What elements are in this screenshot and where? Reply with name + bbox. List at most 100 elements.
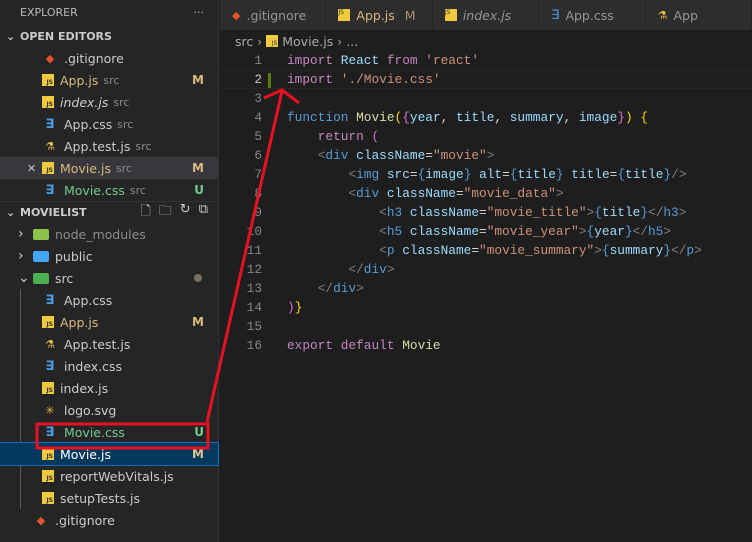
code-token: title [625, 167, 664, 182]
file-name: App.test.js [64, 138, 131, 154]
file-name: Movie.css [64, 182, 125, 198]
code-line[interactable]: 13 </div> [220, 279, 752, 298]
open-editor-item[interactable]: ✕ JS Movie.js src M [0, 157, 218, 179]
code-token: } [624, 224, 633, 239]
code-token: = [479, 205, 487, 220]
open-editors-header[interactable]: ⌄ OPEN EDITORS [0, 25, 218, 47]
code-token: { [402, 110, 410, 125]
file-name: index.js [60, 380, 109, 396]
file-name: App.css [64, 292, 113, 308]
close-icon[interactable]: ✕ [27, 162, 36, 175]
git-added-gutter [268, 73, 271, 88]
code-line[interactable]: 1 import React from 'react' [220, 51, 752, 70]
css-file-icon: ∃ [45, 424, 55, 440]
code-token: /> [671, 167, 687, 182]
file-item[interactable]: ⚗ App.test.js [0, 333, 218, 355]
code-token: className [386, 186, 456, 201]
code-line[interactable]: 2 import './Movie.css' [220, 70, 752, 89]
code-line[interactable]: 4 function Movie({year, title, summary, i… [220, 108, 752, 127]
test-flask-icon: ⚗ [45, 139, 55, 153]
explorer-actions: 🗋 🗀 ↻ ⧉ [140, 202, 208, 224]
file-item[interactable]: JS App.js M [0, 311, 218, 333]
chevron-right-icon: › [337, 33, 343, 49]
code-line[interactable]: 12 </div> [220, 260, 752, 279]
open-editor-item[interactable]: ⚗ App.test.js src [0, 135, 218, 157]
file-item[interactable]: ∃ index.css [0, 355, 218, 377]
git-status-badge: U [194, 425, 204, 439]
breadcrumb-folder[interactable]: src [235, 34, 253, 49]
refresh-icon[interactable]: ↻ [180, 202, 191, 224]
file-item[interactable]: JS setupTests.js [0, 487, 218, 509]
file-name: App.js [60, 314, 99, 330]
folder-item[interactable]: › public [0, 245, 218, 267]
file-item[interactable]: ∃ App.css [0, 289, 218, 311]
file-item[interactable]: ✳ logo.svg [0, 399, 218, 421]
line-number: 3 [254, 91, 262, 106]
file-folder-hint: src [115, 161, 133, 175]
code-line[interactable]: 3 [220, 89, 752, 108]
code-line[interactable]: 6 <div className="movie"> [220, 146, 752, 165]
open-editor-item[interactable]: ∃ App.css src [0, 113, 218, 135]
folder-item[interactable]: ⌄ src [0, 267, 218, 289]
tab-app[interactable]: ⚗ App [645, 0, 752, 30]
file-item[interactable]: JS index.js [0, 377, 218, 399]
line-number: 2 [254, 72, 262, 87]
open-editor-item[interactable]: ∃ Movie.css src U [0, 179, 218, 201]
file-item[interactable]: ∃ Movie.css U [0, 421, 218, 443]
open-editor-item[interactable]: JS index.js src [0, 91, 218, 113]
code-line[interactable]: 14)} [220, 298, 752, 317]
code-token: title [517, 167, 556, 182]
code-token: "movie_year" [486, 224, 579, 239]
file-folder-hint: src [113, 95, 130, 109]
code-line[interactable]: 5 return ( [220, 127, 752, 146]
js-file-icon: JS [42, 470, 54, 482]
file-item[interactable]: JS Movie.js M [0, 442, 219, 466]
code-token: < [379, 224, 387, 239]
folder-item[interactable]: › node_modules [0, 223, 218, 245]
code-line[interactable]: 11 <p className="movie_summary">{summary… [220, 241, 752, 260]
code-token: image [425, 167, 464, 182]
code-token: "movie_data" [463, 186, 556, 201]
open-editor-item[interactable]: ◆ .gitignore [0, 47, 218, 69]
tab-appcss[interactable]: ∃ App.css [539, 0, 646, 30]
tab-indexjs[interactable]: JS index.js [432, 0, 540, 30]
code-line[interactable]: 16 export default Movie [220, 336, 752, 355]
code-token: 'react' [425, 53, 480, 68]
svg-file-icon: ✳ [45, 403, 55, 417]
line-number: 16 [246, 338, 262, 353]
code-line[interactable]: 10 <h5 className="movie_year">{year}</h5… [220, 222, 752, 241]
file-folder-hint: src [135, 139, 152, 153]
code-token: from [386, 53, 418, 68]
code-line[interactable]: 8 <div className="movie_data"> [220, 184, 752, 203]
code-token: </ [648, 205, 664, 220]
code-editor[interactable]: 1 import React from 'react' 2 import './Mov… [220, 51, 752, 355]
open-editor-item[interactable]: JS App.js src M [0, 69, 218, 91]
code-token: h3 [386, 205, 403, 220]
code-line[interactable]: 9 <h3 className="movie_title">{title}</h… [220, 203, 752, 222]
project-header[interactable]: ⌄ MOVIELIST 🗋 🗀 ↻ ⧉ [0, 201, 218, 223]
code-token: h3 [663, 205, 679, 220]
code-line[interactable]: 7 <img src={image} alt={title} title={ti… [220, 165, 752, 184]
code-token: year [594, 224, 625, 239]
tab-appjs[interactable]: JS App.js M [326, 0, 433, 30]
new-file-icon[interactable]: 🗋 [140, 202, 150, 224]
code-token: </ [632, 224, 648, 239]
file-item[interactable]: ◆ .gitignore [0, 509, 218, 531]
code-token: , [563, 110, 579, 125]
breadcrumb-more[interactable]: ... [346, 34, 358, 49]
code-token: > [594, 243, 602, 258]
code-token: > [386, 262, 395, 277]
file-item[interactable]: JS reportWebVitals.js [0, 465, 218, 487]
breadcrumb-file[interactable]: Movie.js [282, 34, 333, 49]
new-folder-icon[interactable]: 🗀 [159, 202, 172, 224]
code-token: > [356, 281, 364, 296]
code-line[interactable]: 15 [220, 317, 752, 336]
tab-gitignore[interactable]: ◆ .gitignore [220, 0, 327, 30]
project-label: MOVIELIST [20, 206, 87, 219]
more-actions-button[interactable]: ··· [194, 6, 205, 19]
collapse-all-icon[interactable]: ⧉ [199, 202, 208, 224]
